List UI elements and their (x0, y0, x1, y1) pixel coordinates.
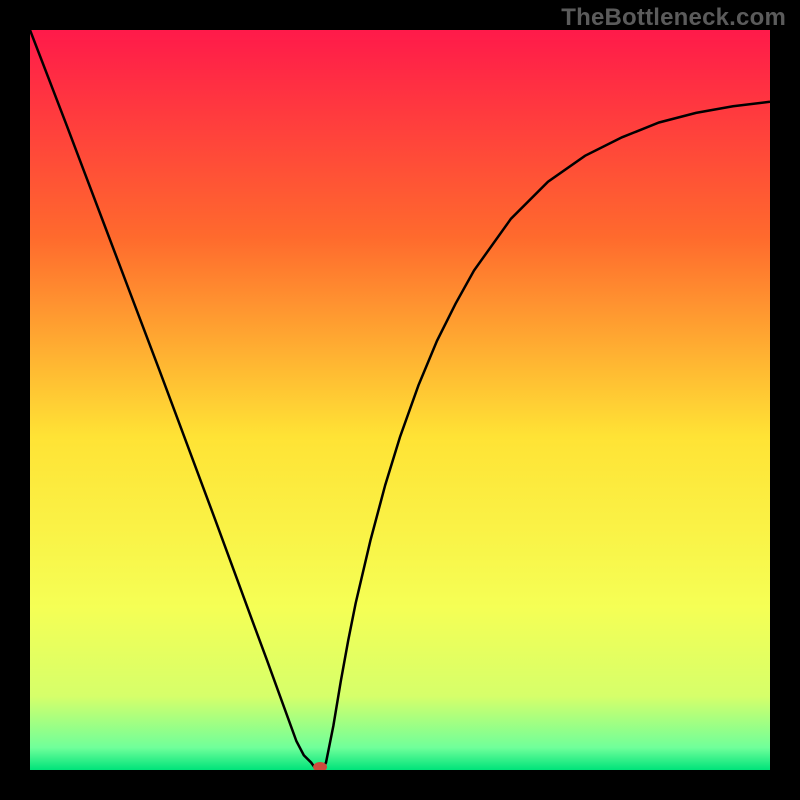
chart-frame: TheBottleneck.com (0, 0, 800, 800)
watermark-text: TheBottleneck.com (561, 4, 786, 32)
gradient-background (30, 30, 770, 770)
chart-svg (30, 30, 770, 770)
plot-inner (30, 30, 770, 770)
plot-area (30, 30, 770, 770)
